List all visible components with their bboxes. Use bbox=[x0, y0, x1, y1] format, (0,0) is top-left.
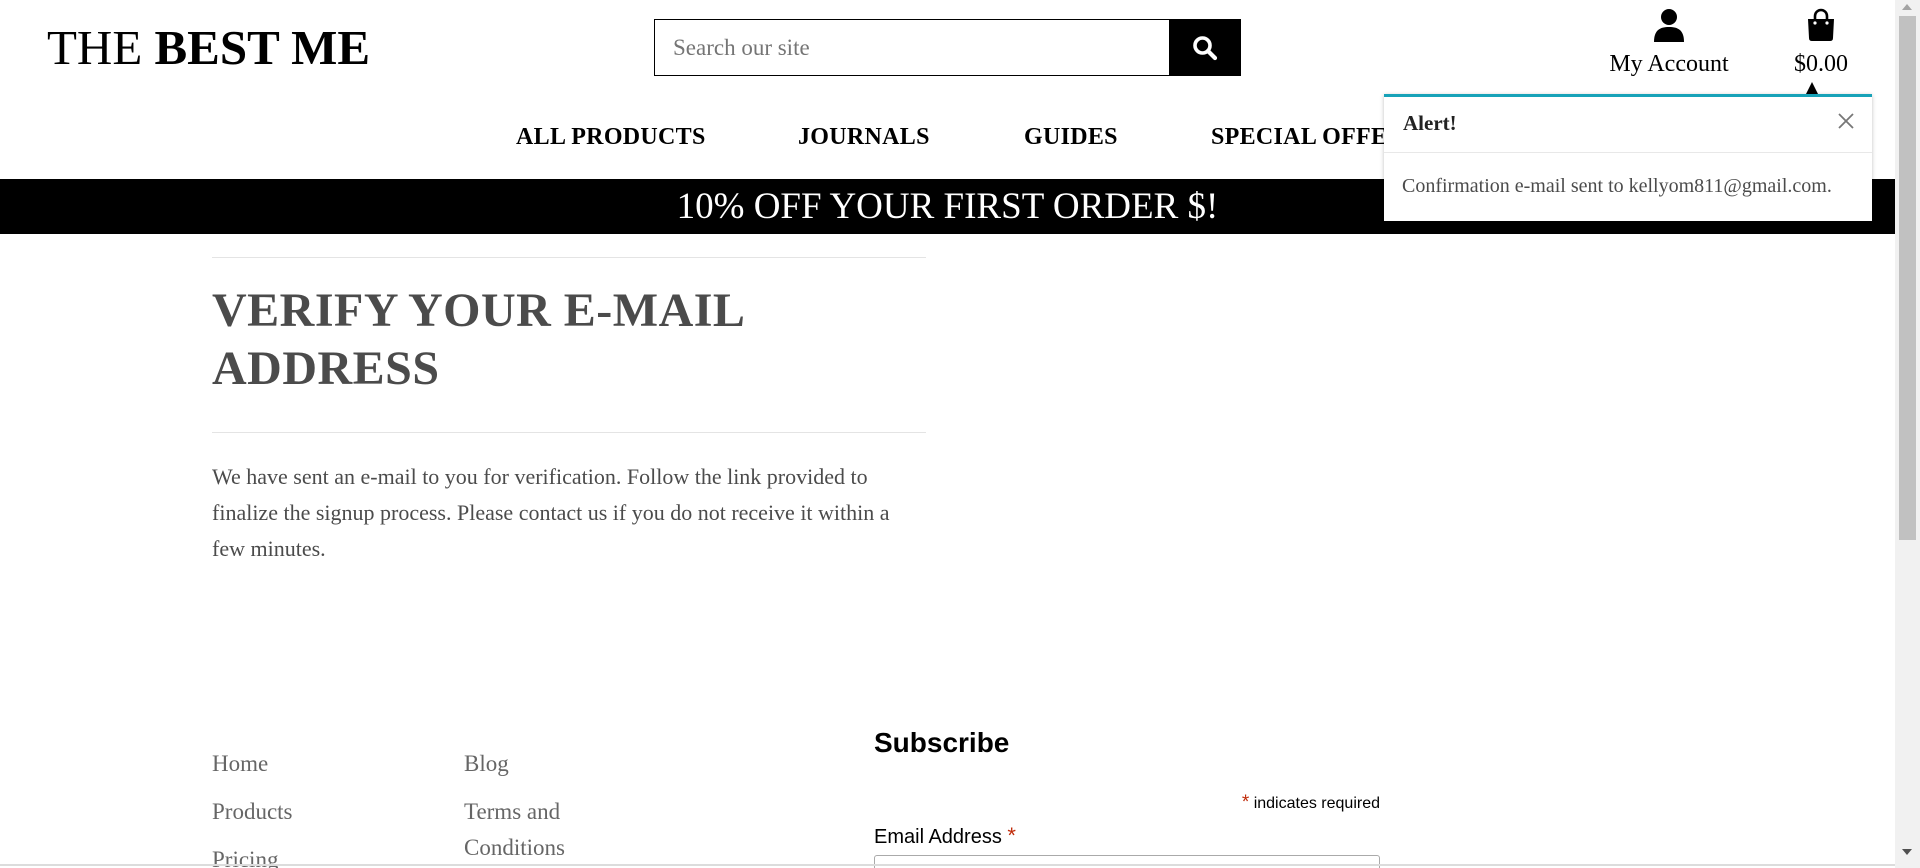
alert-toast: Alert! Confirmation e-mail sent to kelly… bbox=[1384, 94, 1872, 221]
required-asterisk: * bbox=[1241, 792, 1250, 813]
divider-top bbox=[212, 257, 926, 258]
search-icon bbox=[1193, 35, 1218, 60]
footer-link-products[interactable]: Products bbox=[212, 794, 293, 830]
page-title: VERIFY YOUR E-MAIL ADDRESS bbox=[212, 284, 743, 395]
nav-special-offers[interactable]: SPECIAL OFFERS bbox=[1211, 122, 1385, 152]
shopping-bag-icon bbox=[1808, 8, 1834, 41]
scroll-down-arrow-icon[interactable] bbox=[1902, 849, 1912, 855]
page: THE BEST ME My Account $0.00 ALL PR bbox=[0, 0, 1895, 868]
site-logo[interactable]: THE BEST ME bbox=[47, 20, 370, 76]
verification-message: We have sent an e-mail to you for verifi… bbox=[212, 464, 890, 561]
my-account-label: My Account bbox=[1609, 51, 1729, 77]
email-required-asterisk: * bbox=[1007, 823, 1016, 848]
subscribe-email-field[interactable] bbox=[874, 855, 1380, 868]
divider-bottom bbox=[212, 432, 926, 433]
nav-special-offers-wrap: SPECIAL OFFERS bbox=[1210, 122, 1385, 154]
bag-total: $0.00 bbox=[1794, 51, 1848, 77]
scrollbar-thumb[interactable] bbox=[1899, 16, 1916, 540]
alert-heading: Alert! bbox=[1403, 111, 1457, 135]
shopping-bag-link[interactable]: $0.00 bbox=[1786, 8, 1856, 79]
search-input[interactable] bbox=[654, 19, 1169, 76]
close-button[interactable] bbox=[1836, 111, 1856, 131]
alert-pointer bbox=[1806, 82, 1818, 94]
search-form bbox=[654, 19, 1241, 76]
scroll-up-arrow-icon[interactable] bbox=[1902, 4, 1912, 10]
subscribe-heading: Subscribe bbox=[874, 727, 1010, 758]
search-button[interactable] bbox=[1169, 19, 1241, 76]
nav-journals[interactable]: JOURNALS bbox=[798, 122, 930, 152]
alert-divider bbox=[1384, 152, 1872, 153]
my-account-link[interactable]: My Account bbox=[1602, 8, 1736, 79]
vertical-scrollbar[interactable] bbox=[1895, 0, 1920, 868]
logo-text-light: THE bbox=[47, 20, 143, 75]
user-icon bbox=[1654, 9, 1684, 42]
footer-link-home[interactable]: Home bbox=[212, 746, 268, 782]
nav-guides[interactable]: GUIDES bbox=[1024, 122, 1118, 152]
footer-link-terms[interactable]: Terms and Conditions bbox=[464, 794, 604, 866]
alert-message: Confirmation e-mail sent to kellyom811@g… bbox=[1402, 175, 1832, 197]
email-label-text: Email Address bbox=[874, 826, 1002, 848]
email-address-label: Email Address * bbox=[874, 823, 1016, 849]
footer-link-blog[interactable]: Blog bbox=[464, 746, 509, 782]
required-note-text: indicates required bbox=[1253, 795, 1380, 812]
required-note: * indicates required bbox=[1000, 792, 1380, 814]
logo-text-bold: BEST ME bbox=[154, 20, 371, 75]
window-bottom-edge bbox=[0, 864, 1895, 866]
nav-all-products[interactable]: ALL PRODUCTS bbox=[516, 122, 706, 152]
close-icon bbox=[1838, 113, 1854, 129]
